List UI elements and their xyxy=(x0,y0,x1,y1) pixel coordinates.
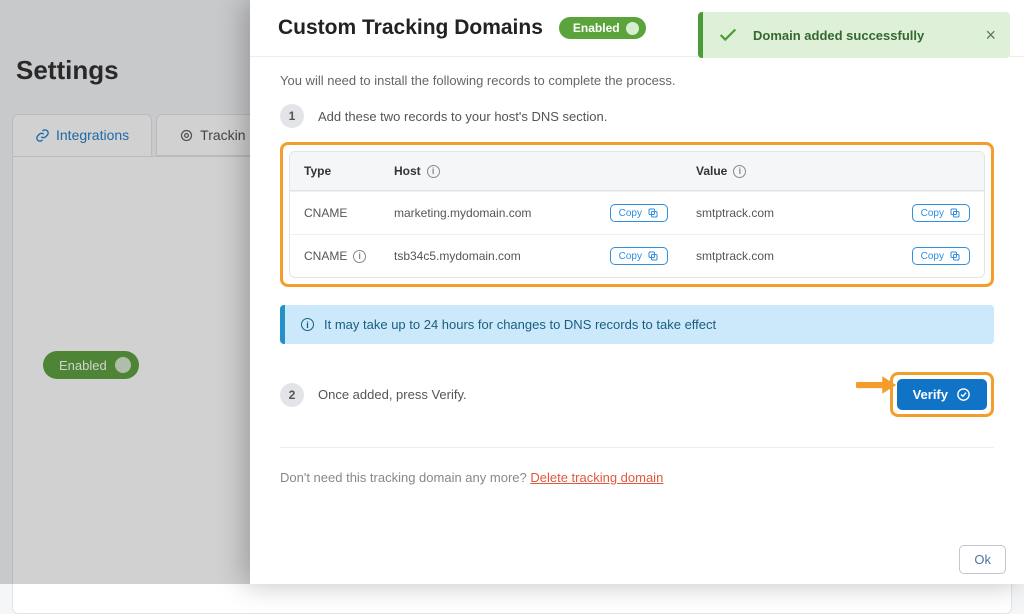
table-row: CNAME marketing.mydomain.com Copy smtptr… xyxy=(290,191,984,234)
delete-tracking-domain-link[interactable]: Delete tracking domain xyxy=(530,470,663,485)
table-row: CNAME i tsb34c5.mydomain.com Copy smtptr… xyxy=(290,234,984,277)
modal-title: Custom Tracking Domains xyxy=(278,16,543,40)
info-icon[interactable]: i xyxy=(353,250,366,263)
cell-type: CNAME i xyxy=(290,235,380,277)
check-circle-icon xyxy=(956,387,971,402)
copy-icon xyxy=(949,207,961,219)
step-1: 1 Add these two records to your host's D… xyxy=(280,104,994,128)
step-2: 2 Once added, press Verify. Verify xyxy=(280,372,994,417)
delete-row: Don't need this tracking domain any more… xyxy=(280,448,994,485)
step-number: 1 xyxy=(280,104,304,128)
dns-table: Type Host i Value i CNAME marketing.mydo… xyxy=(289,151,985,278)
modal-header: Custom Tracking Domains Enabled Domain a… xyxy=(250,0,1024,57)
cell-type: CNAME xyxy=(290,192,380,234)
copy-host-button[interactable]: Copy xyxy=(610,247,668,265)
verify-highlight: Verify xyxy=(890,372,994,417)
dns-notice: i It may take up to 24 hours for changes… xyxy=(280,305,994,344)
check-icon xyxy=(717,24,739,46)
toggle-knob-icon xyxy=(626,22,639,35)
info-icon[interactable]: i xyxy=(733,165,746,178)
arrow-right-icon xyxy=(856,374,898,396)
toast-message: Domain added successfully xyxy=(753,28,971,43)
copy-icon xyxy=(949,250,961,262)
cell-host: marketing.mydomain.com xyxy=(394,206,531,220)
copy-host-button[interactable]: Copy xyxy=(610,204,668,222)
step-number: 2 xyxy=(280,383,304,407)
th-host: Host i xyxy=(380,152,682,190)
intro-text: You will need to install the following r… xyxy=(280,73,994,88)
modal-custom-tracking-domains: Custom Tracking Domains Enabled Domain a… xyxy=(250,0,1024,584)
dns-records-highlight: Type Host i Value i CNAME marketing.mydo… xyxy=(280,142,994,287)
cell-value: smtptrack.com xyxy=(696,206,774,220)
step-text: Once added, press Verify. xyxy=(318,387,467,402)
domain-toggle[interactable]: Enabled xyxy=(559,17,646,39)
close-icon[interactable]: × xyxy=(985,25,996,46)
cell-host: tsb34c5.mydomain.com xyxy=(394,249,521,263)
info-icon[interactable]: i xyxy=(427,165,440,178)
info-icon: i xyxy=(301,318,314,331)
copy-value-button[interactable]: Copy xyxy=(912,247,970,265)
ok-button[interactable]: Ok xyxy=(959,545,1006,574)
step-text: Add these two records to your host's DNS… xyxy=(318,109,607,124)
copy-value-button[interactable]: Copy xyxy=(912,204,970,222)
toggle-label: Enabled xyxy=(573,21,620,35)
copy-icon xyxy=(647,250,659,262)
copy-icon xyxy=(647,207,659,219)
th-type: Type xyxy=(290,152,380,190)
verify-button[interactable]: Verify xyxy=(897,379,987,410)
th-value: Value i xyxy=(682,152,984,190)
cell-value: smtptrack.com xyxy=(696,249,774,263)
modal-footer: Ok xyxy=(250,535,1024,584)
toast-success: Domain added successfully × xyxy=(698,12,1010,58)
